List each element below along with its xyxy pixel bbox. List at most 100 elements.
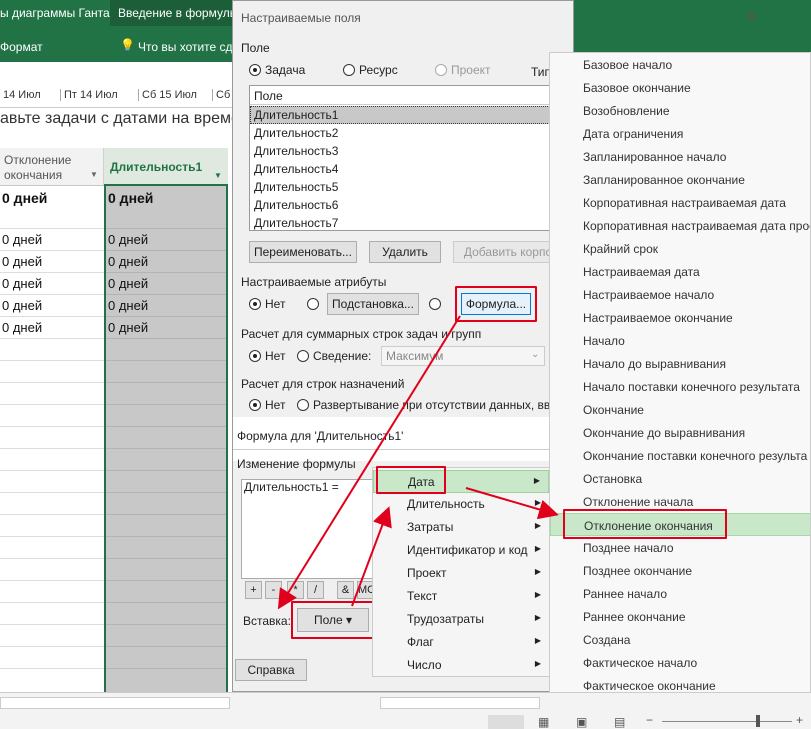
network-view-icon[interactable]: ▣ — [576, 715, 587, 729]
menu-item[interactable]: Остановка — [550, 467, 810, 490]
menu-item[interactable]: Базовое начало — [550, 53, 810, 76]
radio-project[interactable]: Проект — [435, 63, 491, 77]
radio-task[interactable]: Задача — [249, 63, 305, 77]
menu-item[interactable]: Настраиваемое начало — [550, 283, 810, 306]
list-item[interactable]: Длительность3 — [254, 144, 338, 158]
grid-cell[interactable]: 0 дней — [2, 298, 42, 313]
grid-cell[interactable]: 0 дней — [2, 320, 42, 335]
menu-item[interactable]: Дата ограничения — [550, 122, 810, 145]
date-fields-menu: Базовое начало Базовое окончание Возобно… — [549, 52, 811, 697]
menu-item-flag[interactable]: Флаг ▶ — [373, 631, 549, 654]
ampersand-button[interactable]: & — [337, 581, 354, 599]
menu-item[interactable]: Запланированное окончание — [550, 168, 810, 191]
sheet-view-icon[interactable]: ▤ — [614, 715, 625, 729]
list-item[interactable]: Длительность7 — [254, 216, 338, 230]
menu-item[interactable]: Раннее окончание — [550, 605, 810, 628]
radio-assign-none[interactable]: Нет — [249, 398, 285, 412]
menu-item[interactable]: Создана — [550, 628, 810, 651]
menu-item-number[interactable]: Число ▶ — [373, 654, 549, 677]
zoom-slider[interactable] — [662, 721, 792, 722]
column-header-duration1[interactable]: Длительность1 — [104, 148, 228, 186]
radio-summary-rollup[interactable]: Сведение: — [297, 349, 371, 363]
menu-item[interactable]: Окончание поставки конечного результа — [550, 444, 810, 467]
annotation-box — [563, 509, 727, 539]
gantt-view-icon[interactable] — [488, 715, 524, 729]
list-item[interactable]: Длительность6 — [254, 198, 338, 212]
column-header-finish-variance[interactable]: Отклонение окончания — [0, 148, 104, 186]
scrollbar[interactable] — [0, 697, 230, 709]
grid-cell[interactable]: 0 дней — [2, 232, 42, 247]
grid-cell[interactable]: 0 дней — [108, 254, 148, 269]
grid-cell[interactable]: 0 дней — [2, 254, 42, 269]
list-item[interactable]: Длительность1 — [254, 108, 338, 122]
grid-cell[interactable]: 0 дней — [108, 276, 148, 291]
list-item[interactable]: Длительность4 — [254, 162, 338, 176]
radio-attr-none[interactable]: Нет — [249, 297, 285, 311]
menu-item-text[interactable]: Текст ▶ — [373, 585, 549, 608]
menu-item[interactable]: Настраиваемая дата — [550, 260, 810, 283]
task-grid: Отклонение окончания ▼ Длительность1 ▼ 0… — [0, 148, 232, 698]
field-list[interactable]: Поле Длительность1 Длительность2 Длитель… — [249, 85, 567, 231]
zoom-slider-thumb[interactable] — [756, 715, 760, 727]
menu-item-duration[interactable]: Длительность ▶ — [373, 493, 549, 516]
menu-item[interactable]: Позднее начало — [550, 536, 810, 559]
calendar-view-icon[interactable]: ▦ — [538, 715, 549, 729]
menu-item[interactable]: Запланированное начало — [550, 145, 810, 168]
multiply-button[interactable]: * — [287, 581, 304, 599]
zoom-in-icon[interactable]: + — [796, 713, 803, 727]
grid-cell[interactable]: 0 дней — [108, 320, 148, 335]
menu-item-work[interactable]: Трудозатраты ▶ — [373, 608, 549, 631]
radio-attr-lookup[interactable] — [307, 297, 323, 311]
radio-assign-rollout[interactable]: Развертывание при отсутствии данных, вве… — [297, 398, 564, 412]
ribbon-tab-gantt[interactable]: ы диаграммы Ганта — [0, 6, 110, 20]
menu-item[interactable]: Раннее начало — [550, 582, 810, 605]
list-item[interactable]: Длительность5 — [254, 180, 338, 194]
menu-item-cost[interactable]: Затраты ▶ — [373, 516, 549, 539]
menu-item[interactable]: Окончание — [550, 398, 810, 421]
divide-button[interactable]: / — [307, 581, 324, 599]
menu-item[interactable]: Начало поставки конечного результата — [550, 375, 810, 398]
menu-item[interactable]: Корпоративная настраиваемая дата — [550, 191, 810, 214]
delete-button[interactable]: Удалить — [369, 241, 441, 263]
list-item[interactable]: Длительность2 — [254, 126, 338, 140]
mod-button[interactable]: MO — [357, 581, 376, 599]
menu-item[interactable]: Окончание до выравнивания — [550, 421, 810, 444]
tell-me-search[interactable]: Что вы хотите сде — [138, 40, 239, 54]
column-dropdown-icon[interactable]: ▼ — [90, 170, 98, 179]
grid-cell[interactable]: 0 дней — [108, 232, 148, 247]
dialog-title: Настраиваемые поля — [241, 11, 361, 25]
radio-resource[interactable]: Ресурс — [343, 63, 398, 77]
menu-item[interactable]: Корпоративная настраиваемая дата прое — [550, 214, 810, 237]
menu-item[interactable]: Крайний срок — [550, 237, 810, 260]
menu-item[interactable]: Фактическое начало — [550, 651, 810, 674]
menu-item[interactable]: Базовое окончание — [550, 76, 810, 99]
add-enterprise-button[interactable]: Добавить корпо — [453, 241, 563, 263]
status-bar: ▦ ▣ ▤ − + — [0, 692, 811, 729]
menu-item[interactable]: Начало до выравнивания — [550, 352, 810, 375]
radio-attr-formula[interactable] — [429, 297, 445, 311]
rollup-combo[interactable]: Максимум — [381, 346, 545, 366]
menu-item[interactable]: Начало — [550, 329, 810, 352]
chevron-down-icon[interactable]: ⌄ — [531, 349, 539, 360]
summary-cell[interactable]: 0 дней — [108, 190, 153, 206]
grid-cell[interactable]: 0 дней — [108, 298, 148, 313]
summary-cell[interactable]: 0 дней — [2, 190, 47, 206]
menu-item-id-code[interactable]: Идентификатор и код ▶ — [373, 539, 549, 562]
lookup-button[interactable]: Подстановка... — [327, 293, 419, 315]
scrollbar[interactable] — [380, 697, 540, 709]
menu-item[interactable]: Позднее окончание — [550, 559, 810, 582]
rename-button[interactable]: Переименовать... — [249, 241, 357, 263]
close-icon[interactable]: ✕ — [745, 7, 758, 27]
ribbon-tab-formulas[interactable]: Введение в формулы — [110, 0, 247, 26]
radio-summary-none[interactable]: Нет — [249, 349, 285, 363]
minus-button[interactable]: - — [265, 581, 282, 599]
menu-item[interactable]: Возобновление — [550, 99, 810, 122]
zoom-out-icon[interactable]: − — [646, 713, 653, 727]
grid-cell[interactable]: 0 дней — [2, 276, 42, 291]
menu-item-project[interactable]: Проект ▶ — [373, 562, 549, 585]
menu-item[interactable]: Настраиваемое окончание — [550, 306, 810, 329]
ribbon-tab-format[interactable]: Формат — [0, 40, 43, 54]
help-button[interactable]: Справка — [235, 659, 307, 681]
plus-button[interactable]: + — [245, 581, 262, 599]
column-dropdown-icon[interactable]: ▼ — [214, 171, 222, 180]
